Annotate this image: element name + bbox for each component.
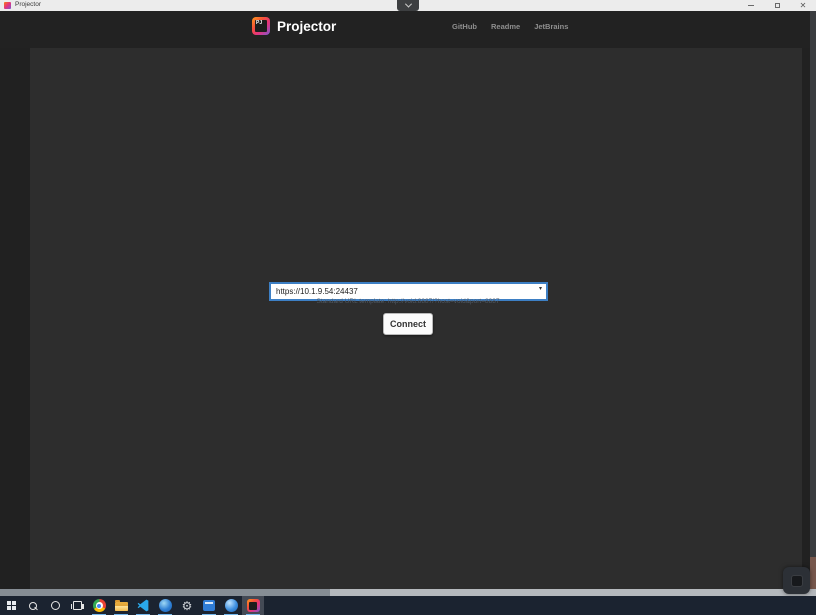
taskbar-edge[interactable] — [154, 596, 176, 615]
taskbar-projector[interactable] — [242, 596, 264, 615]
sphere-app-icon — [225, 599, 238, 612]
settings-gear-icon: ⚙ — [182, 600, 193, 612]
edge-icon — [159, 599, 172, 612]
chevron-down-icon — [404, 1, 411, 8]
task-view-icon — [73, 601, 82, 610]
taskbar-file-explorer[interactable] — [110, 596, 132, 615]
start-button[interactable] — [0, 596, 22, 615]
app-content: PJ Projector GitHub Readme JetBrains ▾ S… — [0, 11, 816, 596]
close-button[interactable]: ✕ — [790, 0, 816, 11]
logo-letters: PJ — [256, 20, 262, 26]
minimize-button[interactable] — [738, 0, 764, 11]
nav-link-jetbrains[interactable]: JetBrains — [534, 22, 568, 31]
horizontal-scrollbar[interactable] — [0, 589, 810, 596]
window-title: Projector — [15, 1, 41, 8]
vertical-scrollbar-track-end — [810, 557, 816, 589]
projector-icon — [247, 599, 260, 612]
projector-logo-icon: PJ — [252, 17, 270, 35]
windows-start-icon — [7, 601, 16, 610]
url-combobox: ▾ — [270, 281, 547, 298]
floating-widget-icon — [791, 575, 803, 587]
chrome-icon — [93, 599, 106, 612]
taskbar: ⚙ ^ 英 中 8:45 2022/4/16 — [0, 596, 816, 615]
maximize-button[interactable] — [764, 0, 790, 11]
window-controls: ✕ — [738, 0, 816, 11]
taskbar-blue-app[interactable] — [198, 596, 220, 615]
url-template-hint: Standard URL template: http://void:8887/… — [0, 298, 816, 305]
blue-app-icon — [203, 600, 215, 611]
file-explorer-icon — [115, 602, 128, 611]
cortana-icon — [51, 601, 60, 610]
search-icon — [29, 602, 37, 610]
titlebar-pulldown-tab[interactable] — [397, 0, 419, 11]
app-header — [0, 11, 816, 48]
horizontal-scrollbar-thumb[interactable] — [0, 589, 330, 596]
connect-button[interactable]: Connect — [383, 313, 433, 335]
taskbar-search[interactable] — [22, 596, 44, 615]
maximize-icon — [775, 3, 780, 8]
taskbar-task-view[interactable] — [66, 596, 88, 615]
minimize-icon — [748, 5, 754, 6]
taskbar-settings[interactable]: ⚙ — [176, 596, 198, 615]
scrollbar-corner — [810, 589, 816, 596]
header-nav: GitHub Readme JetBrains — [452, 22, 568, 31]
taskbar-cortana[interactable] — [44, 596, 66, 615]
nav-link-github[interactable]: GitHub — [452, 22, 477, 31]
window-titlebar: Projector ✕ — [0, 0, 816, 11]
nav-link-readme[interactable]: Readme — [491, 22, 520, 31]
brand-name: Projector — [277, 19, 336, 34]
brand: PJ Projector — [252, 17, 336, 35]
taskbar-chrome[interactable] — [88, 596, 110, 615]
vertical-scrollbar-thumb[interactable] — [810, 11, 816, 557]
app-icon — [4, 2, 11, 9]
vscode-icon — [137, 599, 150, 612]
floating-widget[interactable] — [783, 567, 810, 594]
taskbar-sphere-app[interactable] — [220, 596, 242, 615]
desktop: Projector ✕ PJ Projector GitHub Readme J… — [0, 0, 816, 615]
taskbar-vscode[interactable] — [132, 596, 154, 615]
vertical-scrollbar[interactable] — [810, 11, 816, 589]
